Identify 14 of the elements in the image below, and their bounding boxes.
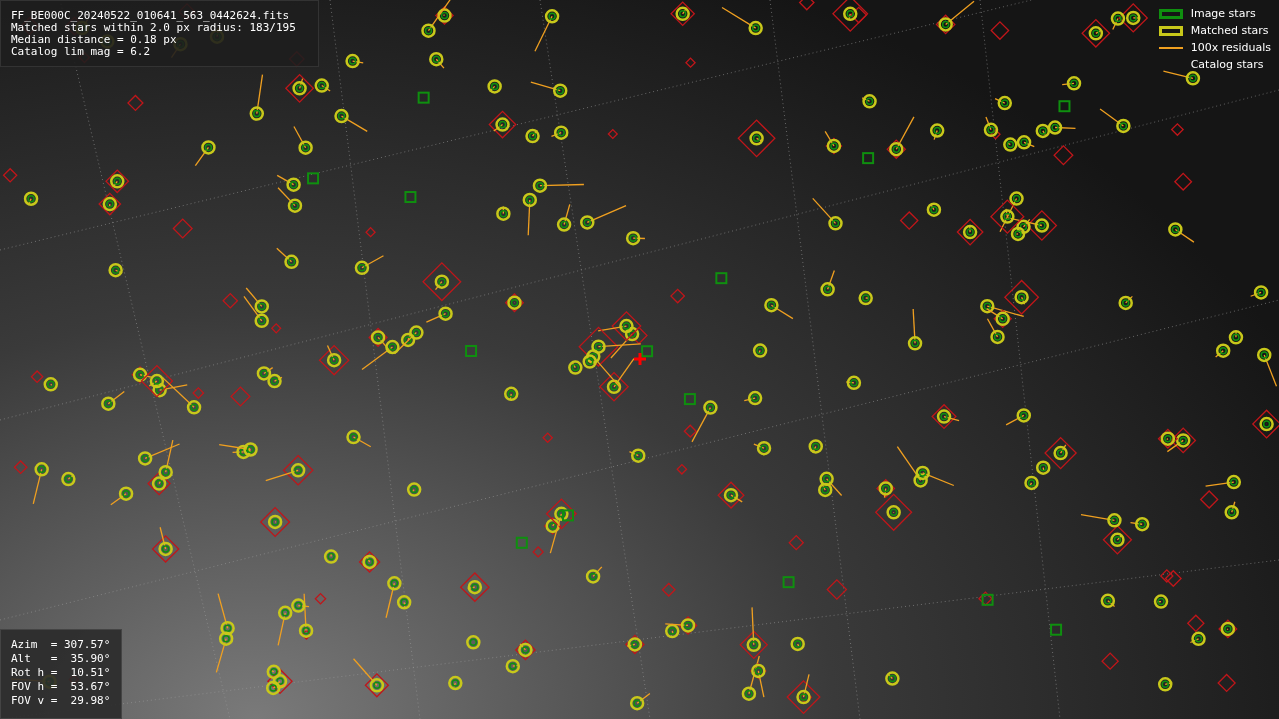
legend-label: Catalog stars xyxy=(1190,56,1264,73)
pointing-text: Rot h = 10.51° xyxy=(11,666,111,680)
pointing-text: FOV h = 53.67° xyxy=(11,680,111,694)
info-text: Median distance = 0.18 px xyxy=(11,34,178,46)
legend-label: 100x residuals xyxy=(1190,39,1271,56)
legend-label: Matched stars xyxy=(1190,22,1269,39)
pointing-text: FOV v = 29.98° xyxy=(11,694,111,708)
info-text: Matched stars within 2.0 px radius: 183/195 xyxy=(11,22,297,34)
info-text: Catalog lim mag = 6.2 xyxy=(11,46,152,58)
legend-label: Image stars xyxy=(1190,5,1256,22)
pointing-text: Azim = 307.57° xyxy=(11,638,111,652)
pointing-text: Alt = 35.90° xyxy=(11,652,111,666)
residual-line-icon xyxy=(1158,47,1183,49)
info-text: FF_BE000C_20240522_010641_563_0442624.fits xyxy=(11,10,291,22)
